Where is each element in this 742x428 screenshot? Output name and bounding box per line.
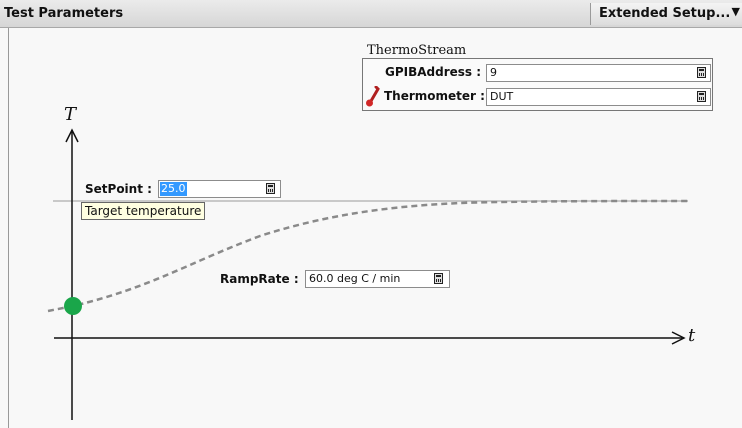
ramprate-input[interactable]: 60.0 deg C / min xyxy=(305,270,450,288)
thermometer-field[interactable]: DUT xyxy=(486,88,711,106)
x-axis-label: t xyxy=(688,325,696,346)
setpoint-input[interactable]: 25.0 xyxy=(158,180,281,198)
thermometer-icon xyxy=(366,86,380,107)
gpib-address-label: GPIBAddress : xyxy=(385,65,482,79)
setpoint-tooltip: Target temperature xyxy=(81,202,206,220)
gpib-address-field[interactable]: 9 xyxy=(486,64,711,82)
ramprate-label: RampRate : xyxy=(220,272,299,286)
thermostream-caption: ThermoStream xyxy=(367,43,467,58)
setpoint-calculator-icon[interactable] xyxy=(266,183,275,194)
start-point-marker xyxy=(64,297,82,315)
setpoint-value: 25.0 xyxy=(160,182,187,196)
y-axis-label: T xyxy=(64,104,77,125)
ramprate-calculator-icon[interactable] xyxy=(434,273,443,284)
gpib-calculator-icon[interactable] xyxy=(697,67,706,78)
setpoint-label: SetPoint : xyxy=(85,182,152,196)
thermometer-calculator-icon[interactable] xyxy=(697,91,706,102)
thermometer-label: Thermometer : xyxy=(384,89,485,103)
